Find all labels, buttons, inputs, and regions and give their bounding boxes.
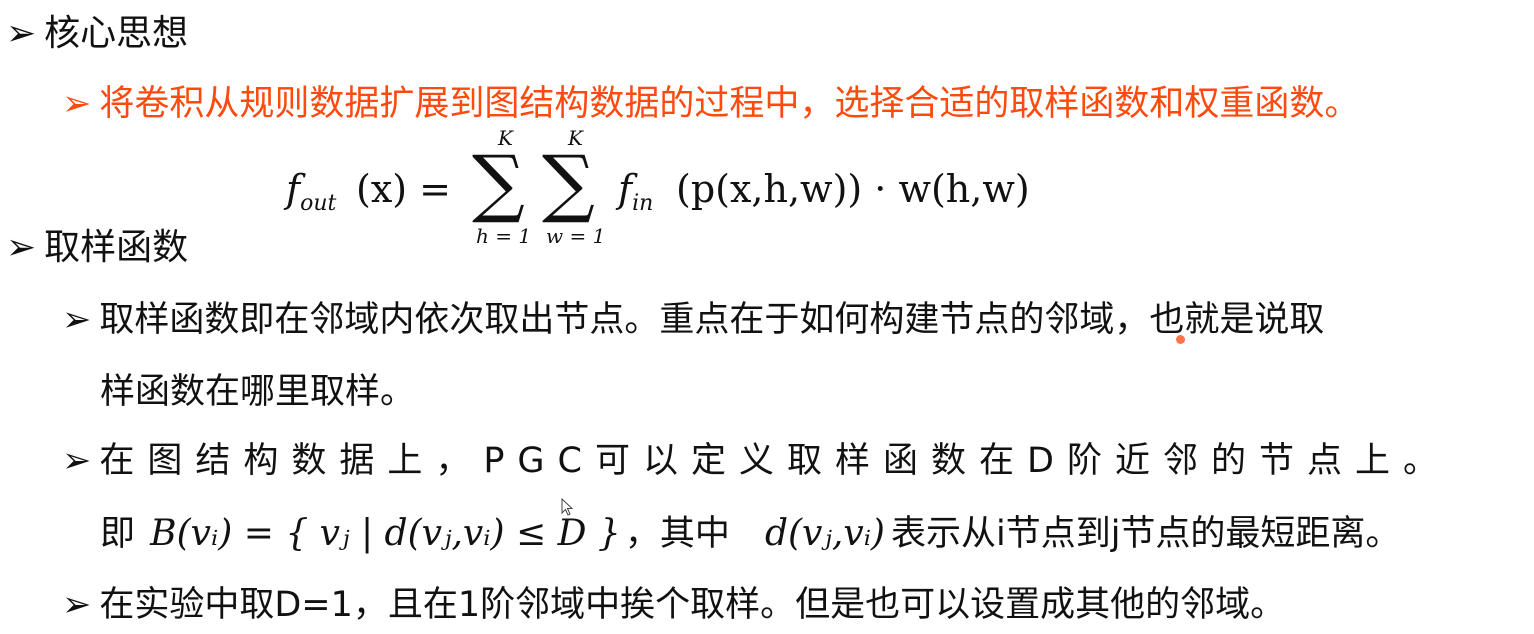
bullet-sampling-definition: ➢ 取样函数即在邻域内依次取出节点。重点在于如何构建节点的邻域，也就是说取: [62, 303, 1324, 338]
arrowhead-bullet-icon: ➢: [62, 441, 92, 481]
sum1-lower-limit: h = 1: [476, 224, 532, 248]
distance-formula: d(vⱼ,vᵢ): [764, 513, 885, 554]
bullet-text: 将卷积从规则数据扩展到图结构数据的过程中，选择合适的取样函数和权重函数。: [99, 84, 1360, 124]
mouse-cursor-icon: [561, 498, 574, 516]
bullet-pgc: ➢ 在图结构数据上，PGC可以定义取样函数在D阶近邻的节点上。: [62, 444, 1451, 479]
sum2-lower-limit: w = 1: [546, 224, 606, 248]
formula-fin: fin: [618, 167, 654, 216]
arrowhead-bullet-icon: ➢: [6, 13, 37, 54]
arrowhead-bullet-icon: ➢: [6, 227, 37, 268]
formula-rhs: (p(x,h,w)) · w(h,w): [676, 167, 1030, 211]
bullet-core-idea-detail: ➢ 将卷积从规则数据扩展到图结构数据的过程中，选择合适的取样函数和权重函数。: [62, 87, 1359, 122]
arrowhead-bullet-icon: ➢: [62, 84, 92, 124]
summation-icon: ∑: [472, 140, 525, 226]
bullet-text: 取样函数: [44, 227, 189, 268]
bullet-text: 取样函数即在邻域内依次取出节点。重点在于如何构建节点的邻域，也就是说取: [99, 300, 1325, 340]
formula-lhs: fout: [286, 167, 337, 216]
neighborhood-formula: B(vᵢ) = { vⱼ | d(vⱼ,vᵢ) ≤ D }: [150, 513, 621, 554]
bullet-experiment: ➢ 在实验中取D=1，且在1阶邻域中挨个取样。但是也可以设置成其他的邻域。: [62, 588, 1285, 623]
laser-pointer-dot: [1176, 335, 1185, 344]
formula-lhs-arg: (x) =: [356, 167, 451, 211]
bullet-core-idea: ➢ 核心思想: [6, 16, 188, 52]
bullet-text: 核心思想: [44, 13, 189, 54]
arrowhead-bullet-icon: ➢: [62, 300, 92, 340]
convolution-formula: fout (x) = K ∑ h = 1 K ∑ w = 1 fin (p(x,…: [284, 128, 1084, 248]
arrowhead-bullet-icon: ➢: [62, 585, 92, 625]
bullet-sampling-definition-cont: 样函数在哪里取样。: [100, 372, 416, 412]
bullet-text: 在实验中取D=1，且在1阶邻域中挨个取样。但是也可以设置成其他的邻域。: [99, 585, 1286, 625]
bullet-text: 在图结构数据上，PGC可以定义取样函数在D阶近邻的节点上。: [99, 441, 1451, 481]
bullet-sampling-function: ➢ 取样函数: [6, 230, 188, 266]
bullet-pgc-cont: 即 B(vᵢ) = { vⱼ | d(vⱼ,vᵢ) ≤ D } ，其中 d(vⱼ,…: [100, 513, 1401, 554]
summation-icon: ∑: [542, 140, 595, 226]
